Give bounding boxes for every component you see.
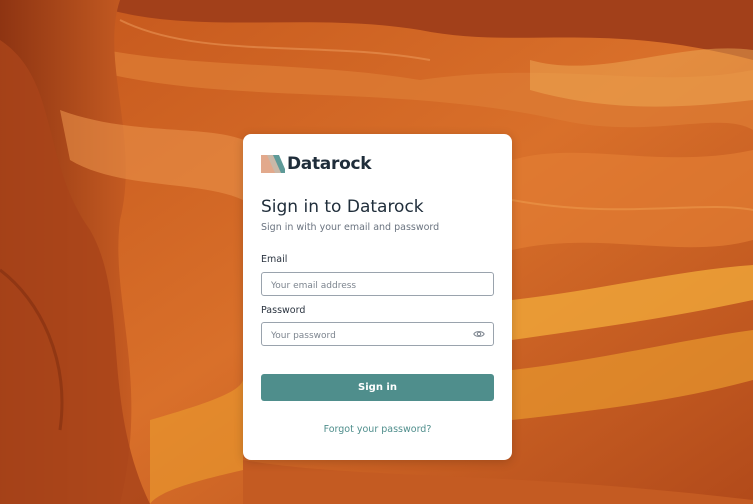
eye-icon[interactable] <box>473 329 485 339</box>
email-field[interactable] <box>262 275 461 297</box>
password-field[interactable] <box>262 325 461 347</box>
password-field-container <box>261 322 494 347</box>
brand-name: Datarock <box>287 154 372 174</box>
password-label: Password <box>261 305 306 316</box>
datarock-logo-icon <box>261 155 285 173</box>
page-title: Sign in to Datarock <box>261 197 424 217</box>
page-subtitle: Sign in with your email and password <box>261 222 440 233</box>
forgot-password-link[interactable]: Forgot your password? <box>243 424 512 435</box>
login-card: Datarock Sign in to Datarock Sign in wit… <box>243 134 512 460</box>
sign-in-button[interactable]: Sign in <box>261 374 494 401</box>
email-label: Email <box>261 254 288 265</box>
email-field-container <box>261 272 494 297</box>
brand: Datarock <box>261 153 372 175</box>
